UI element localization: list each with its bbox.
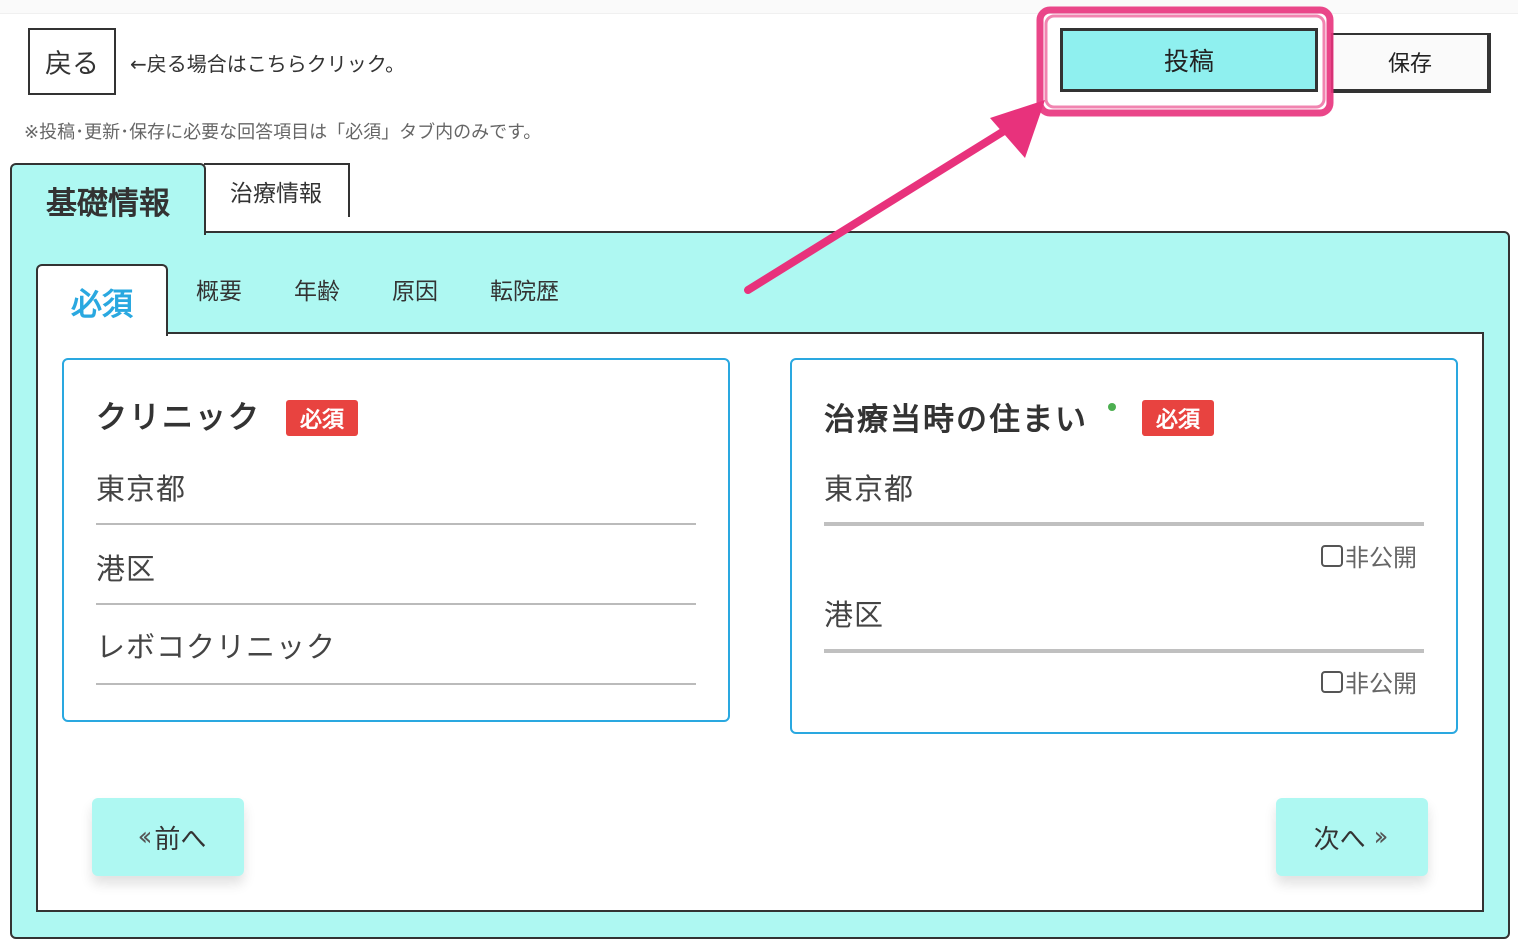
clinic-city-field[interactable]: 港区 (96, 546, 156, 588)
post-button[interactable]: 投稿 (1060, 28, 1318, 92)
save-button[interactable]: 保存 (1331, 33, 1491, 93)
private-checkbox-city[interactable]: 非公開 (1321, 664, 1417, 699)
field-underline (96, 603, 696, 605)
private-checkbox-prefecture[interactable]: 非公開 (1321, 538, 1417, 573)
field-underline (96, 683, 696, 685)
prev-label: 前へ (154, 824, 207, 855)
status-dot (1108, 403, 1116, 411)
private-label: 非公開 (1345, 670, 1417, 698)
clinic-name-field[interactable]: レボコクリニック (96, 624, 336, 666)
annotation-arrow-head (990, 100, 1045, 158)
subtab-transfer-history[interactable]: 転院歴 (490, 272, 559, 308)
prev-button[interactable]: ‹‹ 前へ (92, 798, 244, 876)
residence-city-field[interactable]: 港区 (824, 592, 884, 634)
double-chevron-left-icon: ‹‹ (137, 822, 153, 852)
required-note: ※投稿･更新･保存に必要な回答項目は「必須」タブ内のみです。 (24, 122, 542, 143)
subtab-age[interactable]: 年齢 (294, 272, 340, 308)
double-chevron-right-icon: ›› (1373, 822, 1389, 852)
checkbox-icon[interactable] (1321, 670, 1343, 693)
field-underline (824, 649, 1424, 653)
next-label: 次へ (1313, 824, 1366, 855)
subtab-required[interactable]: 必須 (36, 264, 168, 336)
private-label: 非公開 (1345, 544, 1417, 572)
required-badge: 必須 (1142, 400, 1214, 436)
tab-treatment-info[interactable]: 治療情報 (204, 163, 350, 217)
subtab-cause[interactable]: 原因 (392, 272, 438, 308)
back-hint: ←戻る場合はこちらクリック。 (130, 48, 414, 77)
next-button[interactable]: 次へ ›› (1276, 798, 1428, 876)
subtab-overview[interactable]: 概要 (196, 272, 242, 308)
clinic-prefecture-field[interactable]: 東京都 (96, 466, 186, 508)
residence-card-title: 治療当時の住まい (824, 402, 1088, 438)
back-hint-text: ←戻る場合はこちらクリック。 (130, 52, 406, 76)
checkbox-icon[interactable] (1321, 544, 1343, 567)
top-bar (0, 0, 1518, 14)
field-underline (96, 523, 696, 525)
clinic-card-title: クリニック (96, 400, 261, 436)
field-underline (824, 522, 1424, 526)
back-button[interactable]: 戻る (28, 28, 116, 95)
tab-basic-info[interactable]: 基礎情報 (10, 163, 206, 235)
residence-prefecture-field[interactable]: 東京都 (824, 466, 914, 508)
required-badge: 必須 (286, 400, 358, 436)
